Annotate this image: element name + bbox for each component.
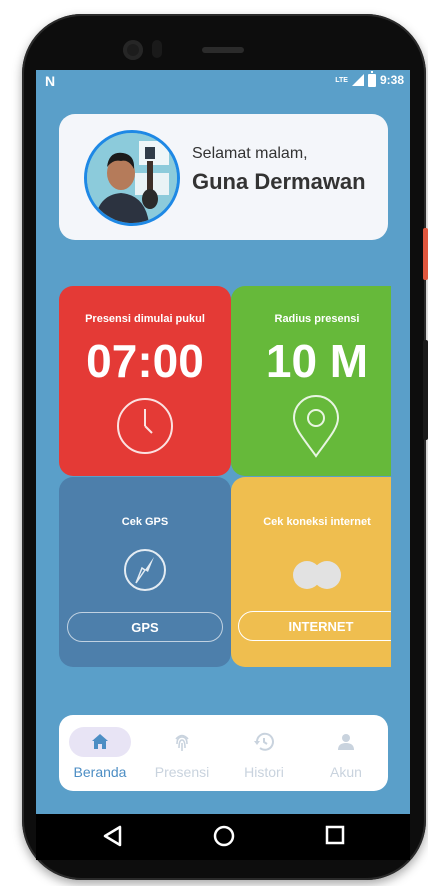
earpiece-speaker (202, 47, 244, 53)
network-type: LTE (335, 76, 348, 84)
toggle-dots-icon (293, 561, 341, 589)
internet-tile: Cek koneksi internet INTERNET (231, 477, 391, 667)
sensor (152, 40, 162, 58)
clock-time: 9:38 (379, 73, 404, 87)
greeting-card: Selamat malam, Guna Dermawan (59, 114, 388, 240)
n-notification-icon: N (45, 73, 56, 89)
nav-label-akun: Akun (330, 764, 362, 780)
signal-icon (351, 74, 364, 86)
gps-button[interactable]: GPS (67, 612, 223, 642)
home-icon (92, 734, 108, 749)
radius-tile[interactable]: Radius presensi 10 M (231, 286, 391, 476)
start-time-value: 07:00 (86, 335, 204, 387)
nav-item-presensi[interactable]: Presensi (141, 715, 223, 791)
recents-icon[interactable] (324, 824, 346, 846)
avatar[interactable] (84, 130, 180, 226)
nav-item-akun[interactable]: Akun (305, 715, 387, 791)
internet-title: Cek koneksi internet (263, 516, 371, 528)
internet-button[interactable]: INTERNET (238, 611, 391, 641)
bottom-navigation: Beranda Presensi Histori Akun (59, 715, 388, 791)
nav-label-beranda: Beranda (73, 764, 127, 780)
clock-icon (117, 398, 173, 454)
nav-item-histori[interactable]: Histori (223, 715, 305, 791)
gps-title: Cek GPS (121, 516, 169, 528)
status-bar: N LTE 9:38 (36, 70, 410, 92)
history-icon (254, 732, 274, 751)
greeting-text: Selamat malam, (192, 145, 308, 162)
nav-label-presensi: Presensi (154, 764, 210, 780)
volume-button (423, 228, 428, 280)
nav-label-histori: Histori (244, 764, 284, 780)
home-circle-icon[interactable] (212, 824, 236, 848)
gps-tile: Cek GPS GPS (59, 477, 231, 667)
app-screen: N LTE 9:38 Selamat malam, Guna Dermawan (36, 70, 410, 814)
battery-icon (367, 70, 376, 87)
person-icon (338, 734, 354, 750)
nav-item-beranda[interactable]: Beranda (59, 715, 141, 791)
profile-photo (87, 133, 177, 223)
power-button (423, 340, 428, 440)
system-navigation-bar (36, 814, 410, 860)
start-time-title: Presensi dimulai pukul (85, 313, 205, 325)
location-pin-icon (292, 395, 340, 458)
radius-title: Radius presensi (274, 313, 360, 325)
front-camera (123, 40, 143, 60)
compass-icon (124, 549, 166, 591)
user-name: Guna Dermawan (192, 169, 366, 194)
radius-value: 10 M (265, 335, 369, 387)
back-icon[interactable] (102, 824, 124, 848)
start-time-tile[interactable]: Presensi dimulai pukul 07:00 (59, 286, 231, 476)
fingerprint-icon (175, 734, 189, 751)
